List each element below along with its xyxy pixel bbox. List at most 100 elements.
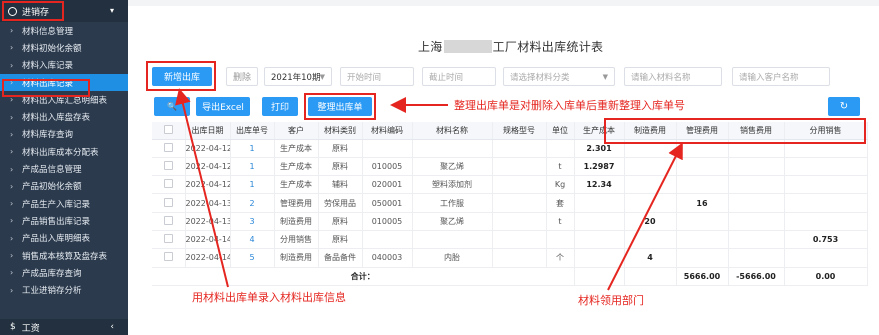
sidebar-item[interactable]: › 材料出入库盘存表 [0, 108, 128, 125]
sidebar-item[interactable]: › 材料出库成本分配表 [0, 143, 128, 160]
table-cell: 生产成本 [274, 157, 319, 177]
checkbox[interactable] [163, 179, 173, 189]
sidebar-item[interactable]: › 产品出入库明细表 [0, 230, 128, 247]
sidebar-item[interactable]: › 产品初始化余额 [0, 178, 128, 195]
checkbox[interactable] [163, 252, 173, 262]
table-cell: 套 [546, 193, 575, 213]
outbound-number-link[interactable]: 1 [230, 157, 275, 177]
sidebar-item[interactable]: › 材料库存查询 [0, 126, 128, 143]
sidebar-item[interactable]: › 产成品库存查询 [0, 264, 128, 281]
sidebar-item[interactable]: › 材料信息管理 [0, 22, 128, 39]
outbound-number-link[interactable]: 3 [230, 212, 275, 231]
table-cell: 管理费用 [274, 193, 319, 213]
table-row[interactable]: 2022-04-14 5 制造费用 备品备件 040003 内胎 个 4 [152, 248, 868, 268]
table-cell: 制造费用 [274, 212, 319, 231]
table-cell: 2022-04-12 [185, 157, 231, 177]
delete-button[interactable]: 删除 [226, 67, 258, 86]
sidebar-item[interactable]: › 销售成本核算及盘存表 [0, 247, 128, 264]
total-label: 合计： [152, 267, 575, 286]
sidebar-item[interactable]: › 产品生产入库记录 [0, 195, 128, 212]
sidebar-item-label: 产成品信息管理 [22, 165, 82, 176]
table-cell [676, 230, 729, 250]
chevron-right-icon: › [10, 251, 14, 260]
customer-name-input[interactable]: 请输入客户名称 [732, 67, 830, 86]
table-cell [676, 248, 729, 268]
row-checkbox-cell[interactable] [152, 248, 186, 268]
row-checkbox-cell[interactable] [152, 139, 186, 158]
checkbox[interactable] [163, 197, 173, 207]
sidebar-item-label: 材料出入库盘存表 [22, 113, 91, 124]
checkbox[interactable] [163, 215, 173, 225]
highlight-box [304, 93, 376, 120]
select-all-checkbox-cell[interactable] [152, 122, 186, 140]
sidebar-item[interactable]: › 材料入库记录 [0, 57, 128, 74]
outbound-number-link[interactable]: 4 [230, 230, 275, 250]
chevron-right-icon: › [10, 112, 14, 122]
table-cell [728, 157, 785, 177]
sidebar-item-label: 材料库存查询 [22, 130, 74, 141]
sidebar-item[interactable]: › 材料初始化余额 [0, 39, 128, 56]
column-header: 出库日期 [185, 122, 231, 140]
table-cell: t [546, 212, 575, 231]
row-checkbox-cell[interactable] [152, 157, 186, 177]
table-cell [492, 193, 547, 213]
table-cell: 2022-04-14 [185, 248, 231, 268]
sidebar-item-label: 材料初始化余额 [22, 43, 82, 54]
chevron-right-icon: › [10, 181, 14, 191]
period-select[interactable]: 2021年10期 ▼ [264, 67, 332, 86]
chevron-right-icon: › [10, 199, 14, 209]
outbound-number-link[interactable]: 5 [230, 248, 275, 268]
end-time-input[interactable]: 截止时间 [422, 67, 496, 86]
table-cell: 聚乙烯 [412, 212, 493, 231]
total-cell: 5666.00 [676, 267, 729, 286]
export-excel-button[interactable]: 导出Excel [196, 97, 250, 116]
sidebar-item[interactable]: › 产品销售出库记录 [0, 212, 128, 229]
search-icon: 🔍 [167, 102, 177, 111]
sidebar-item[interactable]: › 工业进销存分析 [0, 281, 128, 298]
checkbox[interactable] [163, 142, 173, 152]
table-cell [546, 139, 575, 158]
column-header: 材料名称 [412, 122, 493, 140]
table-cell [574, 248, 625, 268]
sidebar-item[interactable]: › 产成品信息管理 [0, 160, 128, 177]
row-checkbox-cell[interactable] [152, 193, 186, 213]
chevron-right-icon: › [10, 164, 14, 174]
table-cell [492, 139, 547, 158]
checkbox[interactable] [163, 234, 173, 244]
table-cell [362, 139, 413, 158]
row-checkbox-cell[interactable] [152, 212, 186, 231]
table-cell [546, 230, 575, 250]
start-time-input[interactable]: 开始时间 [340, 67, 414, 86]
refresh-button[interactable]: ↻ [828, 97, 860, 116]
checkbox[interactable] [163, 160, 173, 170]
table-row[interactable]: 2022-04-13 2 管理费用 劳保用品 050001 工作服 套 16 [152, 193, 868, 213]
checkbox[interactable] [163, 124, 173, 134]
outbound-number-link[interactable]: 1 [230, 175, 275, 195]
material-name-input[interactable]: 请输入材料名称 [624, 67, 722, 86]
total-cell: 0.00 [784, 267, 868, 286]
table-cell [362, 230, 413, 250]
title-suffix: 工厂材料出库统计表 [492, 40, 604, 54]
search-button[interactable]: 🔍 [154, 97, 190, 116]
table-row[interactable]: 2022-04-12 1 生产成本 原料 010005 聚乙烯 t 1.2987 [152, 157, 868, 177]
outbound-number-link[interactable]: 1 [230, 139, 275, 158]
sidebar-item-salary[interactable]: $ 工资 ‹ [0, 319, 128, 335]
table-cell [784, 248, 868, 268]
table-row[interactable]: 2022-04-13 3 制造费用 原料 010005 聚乙烯 t 20 [152, 212, 868, 231]
row-checkbox-cell[interactable] [152, 230, 186, 250]
table-row[interactable]: 2022-04-14 4 分用销售 原料 0.753 [152, 230, 868, 250]
table-cell: 原料 [318, 212, 363, 231]
table-cell: 原料 [318, 157, 363, 177]
print-button[interactable]: 打印 [262, 97, 298, 116]
row-checkbox-cell[interactable] [152, 175, 186, 195]
top-strip [128, 0, 879, 6]
table-cell: 内胎 [412, 248, 493, 268]
sidebar-item-label: 产成品库存查询 [22, 268, 82, 279]
highlight-box [2, 1, 64, 21]
table-cell: Kg [546, 175, 575, 195]
page-title: 上海 工厂材料出库统计表 [418, 38, 603, 55]
outbound-number-link[interactable]: 2 [230, 193, 275, 213]
table-row[interactable]: 2022-04-12 1 生产成本 辅料 020001 塑料添加剂 Kg 12.34 [152, 175, 868, 195]
category-select[interactable]: 请选择材料分类 ▼ [503, 67, 615, 86]
table-cell: 工作服 [412, 193, 493, 213]
